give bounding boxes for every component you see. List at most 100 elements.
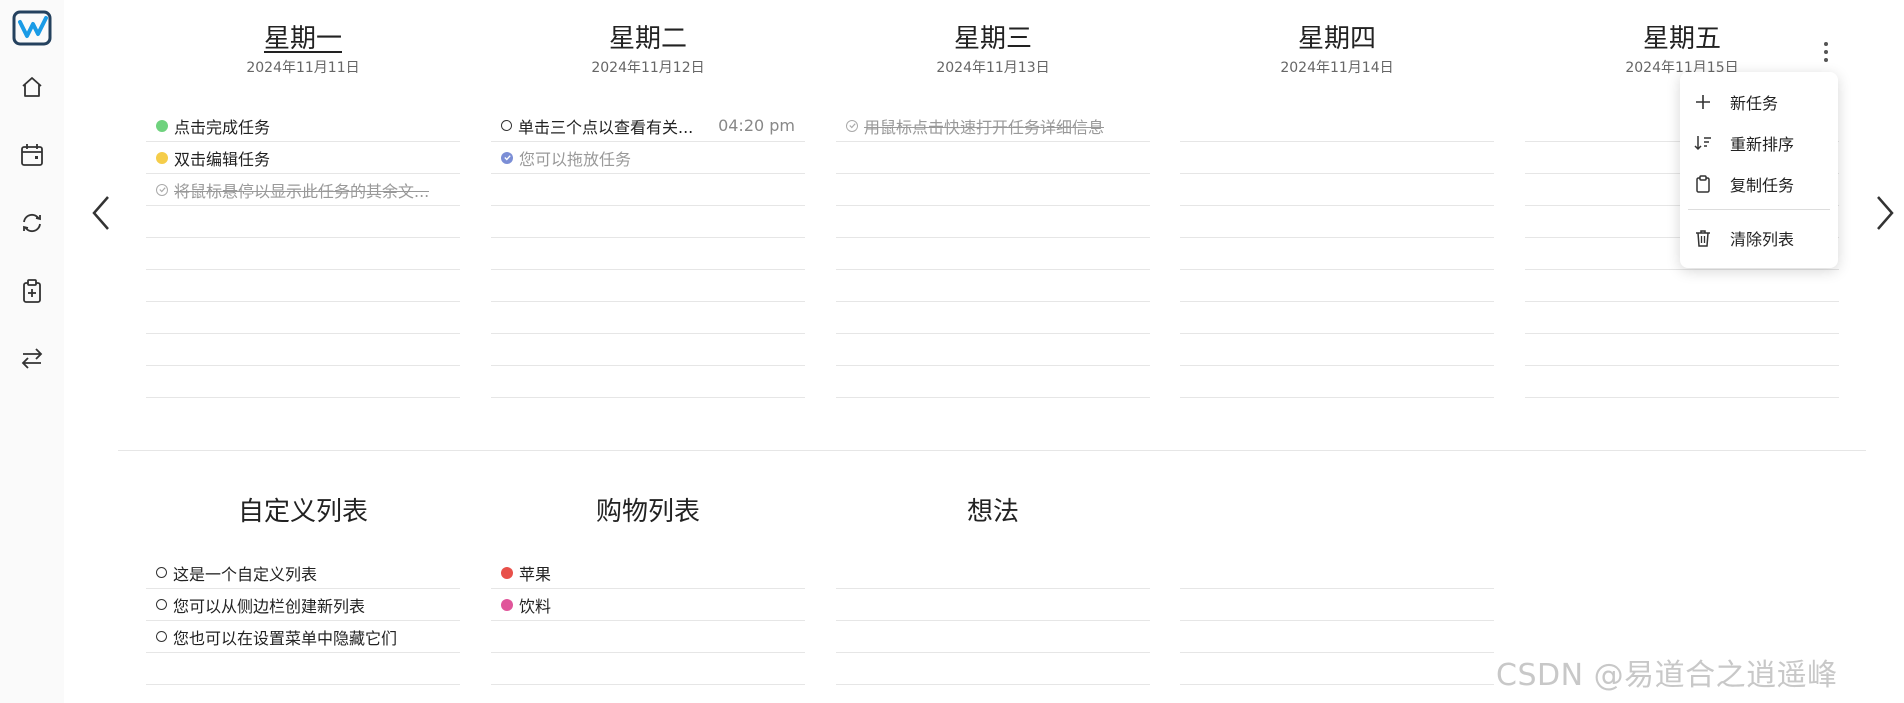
completed-check-icon[interactable] (501, 151, 513, 164)
empty-row[interactable] (146, 206, 460, 238)
empty-row[interactable] (836, 653, 1150, 685)
task-row[interactable]: 单击三个点以查看有关... 04:20 pm (491, 110, 805, 142)
empty-row[interactable] (1180, 206, 1494, 238)
menu-item-reorder[interactable]: 重新排序 (1680, 125, 1838, 161)
empty-row[interactable] (146, 302, 460, 334)
empty-row[interactable] (491, 238, 805, 270)
empty-row[interactable] (491, 206, 805, 238)
empty-row[interactable] (836, 206, 1150, 238)
day-name[interactable]: 星期四 (1298, 22, 1376, 56)
empty-row[interactable] (836, 557, 1150, 589)
empty-row[interactable] (836, 270, 1150, 302)
empty-row[interactable] (491, 302, 805, 334)
empty-row[interactable] (146, 653, 460, 685)
empty-row[interactable] (491, 270, 805, 302)
previous-week-arrow[interactable] (86, 193, 116, 233)
empty-row[interactable] (1180, 589, 1494, 621)
empty-row[interactable] (146, 238, 460, 270)
empty-row[interactable] (836, 334, 1150, 366)
list-title[interactable]: 想法 (836, 495, 1150, 529)
empty-row[interactable] (491, 653, 805, 685)
empty-row[interactable] (1525, 302, 1839, 334)
empty-row[interactable] (1525, 334, 1839, 366)
empty-row[interactable] (836, 302, 1150, 334)
empty-row[interactable] (1180, 142, 1494, 174)
day-header: 星期三 2024年11月13日 (836, 22, 1150, 78)
empty-row[interactable] (491, 366, 805, 398)
swap-icon[interactable] (18, 344, 46, 372)
day-date: 2024年11月14日 (1280, 60, 1394, 76)
menu-item-new-task[interactable]: 新任务 (1680, 84, 1838, 120)
task-row[interactable]: 点击完成任务 (146, 110, 460, 142)
day-column: 星期一 2024年11月11日点击完成任务 双击编辑任务 将鼠标悬停以显示此任务的其余… (146, 22, 460, 398)
sync-icon[interactable] (18, 209, 46, 237)
task-row[interactable]: 双击编辑任务 (146, 142, 460, 174)
empty-row[interactable] (146, 270, 460, 302)
task-list (1180, 110, 1494, 398)
task-list (1180, 557, 1494, 685)
empty-row[interactable] (836, 238, 1150, 270)
task-row[interactable]: 这是一个自定义列表 (146, 557, 460, 589)
watermark: CSDN @易道合之逍遥峰 (1496, 658, 1838, 693)
completed-check-icon[interactable] (846, 119, 858, 132)
home-icon[interactable] (18, 73, 46, 101)
empty-row[interactable] (1180, 334, 1494, 366)
task-row[interactable]: 饮料 (491, 589, 805, 621)
task-checkbox[interactable] (156, 631, 167, 642)
menu-item-copy-tasks[interactable]: 复制任务 (1680, 166, 1838, 202)
task-row[interactable]: 您可以拖放任务 (491, 142, 805, 174)
calendar-icon[interactable] (18, 141, 46, 169)
day-name[interactable]: 星期三 (954, 22, 1032, 56)
list-title[interactable]: 自定义列表 (146, 495, 460, 529)
context-menu: 新任务 重新排序 复制任务 清除列表 (1680, 72, 1838, 268)
empty-row[interactable] (836, 589, 1150, 621)
menu-item-clear-list[interactable]: 清除列表 (1680, 220, 1838, 256)
task-checkbox[interactable] (156, 567, 167, 578)
empty-row[interactable] (836, 142, 1150, 174)
empty-row[interactable] (836, 174, 1150, 206)
section-divider (118, 450, 1866, 451)
task-row[interactable]: 您可以从侧边栏创建新列表 (146, 589, 460, 621)
empty-row[interactable] (1180, 238, 1494, 270)
empty-row[interactable] (491, 334, 805, 366)
empty-row[interactable] (146, 366, 460, 398)
task-text: 您可以拖放任务 (519, 149, 632, 169)
empty-row[interactable] (1180, 270, 1494, 302)
sidebar (0, 0, 64, 703)
task-text: 这是一个自定义列表 (173, 564, 318, 584)
task-row[interactable]: 苹果 (491, 557, 805, 589)
day-name[interactable]: 星期二 (609, 22, 687, 56)
empty-row[interactable] (1180, 110, 1494, 142)
clipboard-add-icon[interactable] (18, 277, 46, 305)
list-title[interactable]: 购物列表 (491, 495, 805, 529)
task-checkbox[interactable] (501, 120, 512, 131)
empty-row[interactable] (1180, 621, 1494, 653)
empty-row[interactable] (1180, 557, 1494, 589)
task-checkbox[interactable] (156, 599, 167, 610)
app-logo-icon[interactable] (12, 10, 52, 46)
empty-row[interactable] (836, 621, 1150, 653)
completed-check-icon[interactable] (156, 183, 168, 196)
task-row[interactable]: 您也可以在设置菜单中隐藏它们 (146, 621, 460, 653)
empty-row[interactable] (1180, 366, 1494, 398)
empty-row[interactable] (1525, 366, 1839, 398)
empty-row[interactable] (1180, 653, 1494, 685)
task-color-dot (156, 119, 168, 132)
empty-row[interactable] (1180, 174, 1494, 206)
next-week-arrow[interactable] (1870, 193, 1900, 233)
day-date: 2024年11月11日 (246, 60, 360, 76)
day-name[interactable]: 星期一 (264, 22, 342, 56)
empty-row[interactable] (491, 621, 805, 653)
day-name[interactable]: 星期五 (1643, 22, 1721, 56)
more-options-button[interactable] (1818, 38, 1834, 66)
task-list: 这是一个自定义列表您可以从侧边栏创建新列表 您也可以在设置菜单中隐藏它们 (146, 557, 460, 685)
empty-row[interactable] (146, 334, 460, 366)
empty-row[interactable] (836, 366, 1150, 398)
custom-list-column: 想法 (836, 495, 1150, 685)
empty-row[interactable] (1525, 270, 1839, 302)
empty-row[interactable] (491, 174, 805, 206)
task-color-dot (156, 151, 168, 164)
task-row[interactable]: 将鼠标悬停以显示此任务的其余文... (146, 174, 460, 206)
empty-row[interactable] (1180, 302, 1494, 334)
task-row[interactable]: 用鼠标点击快速打开任务详细信息 (836, 110, 1150, 142)
